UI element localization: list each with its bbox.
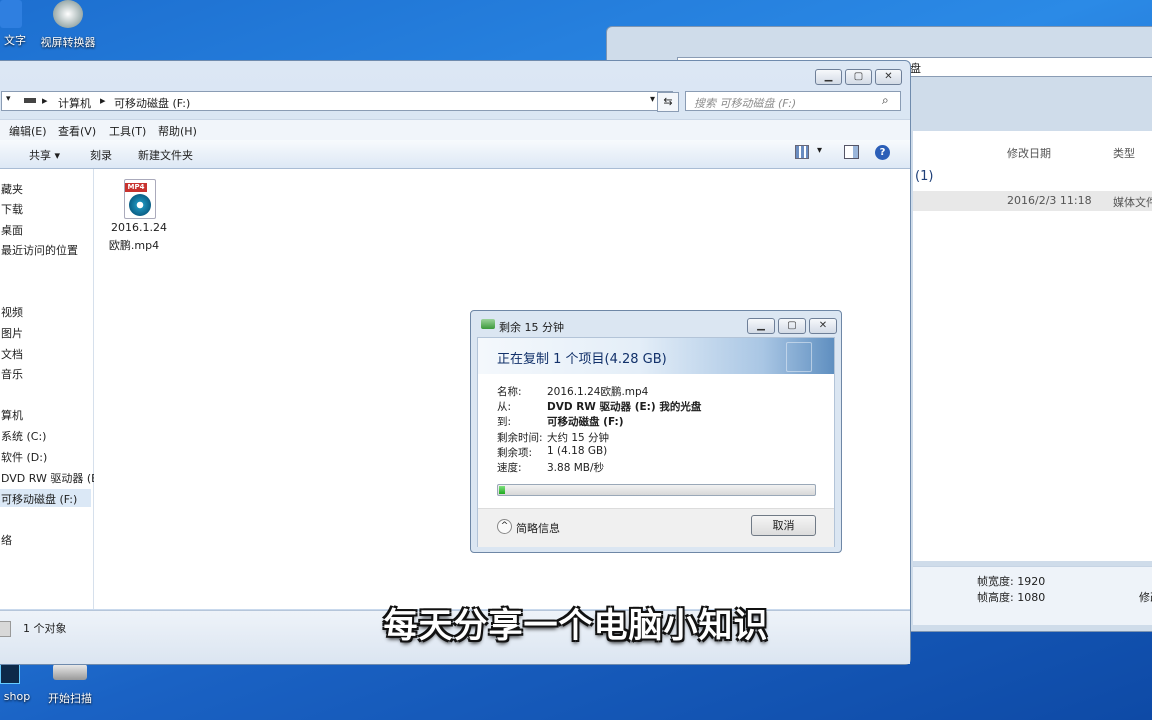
nav-item-desktop[interactable]: 桌面 (1, 222, 23, 238)
refresh-icon[interactable]: ⇆ (657, 92, 679, 112)
dialog-maximize-button[interactable]: ▢ (778, 318, 806, 334)
view-options-icon[interactable] (795, 145, 809, 159)
copy-icon (481, 319, 495, 329)
menu-view[interactable]: 查看(V) (58, 123, 96, 139)
desktop-icon-label: 文字 (4, 34, 26, 47)
burn-button[interactable]: 刻录 (90, 147, 112, 163)
nav-item-network[interactable]: 络 (1, 532, 12, 548)
view-dropdown-icon[interactable]: ▾ (817, 145, 822, 156)
breadcrumb-separator-icon[interactable]: ▸ (100, 94, 106, 107)
video-subtitle: 每天分享一个电脑小知识 (383, 606, 769, 646)
cancel-button[interactable]: 取消 (751, 515, 816, 536)
nav-item-videos[interactable]: 视频 (1, 304, 23, 320)
menu-bar: 编辑(E) 查看(V) 工具(T) 帮助(H) (0, 119, 910, 140)
desktop-icon-label: 视屏转换器 (40, 36, 96, 49)
row-type: 媒体文件 (1113, 196, 1152, 209)
progress-fill (499, 486, 505, 494)
file-badge: MP4 (125, 183, 147, 192)
copy-progress-dialog[interactable]: 剩余 15 分钟 ▁ ▢ ✕ 正在复制 1 个项目(4.28 GB) 名称: 2… (470, 310, 842, 553)
desktop-icon-label: shop (3, 690, 31, 703)
address-dropdown-icon[interactable]: ▾ (650, 94, 655, 105)
search-icon[interactable]: ⌕ (882, 93, 889, 108)
page-icon (786, 342, 812, 372)
nav-item-documents[interactable]: 文档 (1, 346, 23, 362)
menu-edit[interactable]: 编辑(E) (9, 123, 47, 139)
minimize-button[interactable]: ▁ (815, 69, 842, 85)
help-icon[interactable]: ? (875, 145, 890, 160)
dialog-body: 正在复制 1 个项目(4.28 GB) 名称: 2016.1.24欧鹏.mp4 … (477, 337, 835, 547)
scanner-icon (53, 664, 87, 680)
group-header: (1) (915, 169, 934, 184)
less-info-link[interactable]: 简略信息 (516, 520, 560, 536)
dialog-heading: 正在复制 1 个项目(4.28 GB) (497, 352, 667, 367)
search-input[interactable]: 搜索 可移动磁盘 (F:) ⌕ (685, 91, 901, 111)
label-to: 到: (497, 416, 512, 428)
desktop-icon-text[interactable]: 文字 (0, 0, 30, 52)
nav-item-computer[interactable]: 算机 (1, 407, 23, 423)
value-from[interactable]: DVD RW 驱动器 (E:) 我的光盘 (547, 399, 701, 414)
menu-help[interactable]: 帮助(H) (158, 123, 197, 139)
share-button[interactable]: 共享 ▾ (29, 147, 60, 163)
file-row[interactable]: 2016/2/3 11:18 媒体文件 (913, 191, 1152, 211)
frame-width: 帧宽度: 1920 (977, 575, 1046, 588)
maximize-button[interactable]: ▢ (845, 69, 872, 85)
nav-item-drive-e[interactable]: DVD RW 驱动器 (E (1, 470, 98, 486)
address-bar[interactable]: ▾ ▸ 计算机 ▸ 可移动磁盘 (F:) ▾ (1, 91, 673, 111)
nav-item-pictures[interactable]: 图片 (1, 325, 23, 341)
breadcrumb-computer[interactable]: 计算机 (58, 95, 91, 111)
value-name: 2016.1.24欧鹏.mp4 (547, 386, 649, 398)
nav-item-drive-d[interactable]: 软件 (D:) (1, 449, 47, 465)
value-speed: 3.88 MB/秒 (547, 462, 605, 474)
value-items-remaining: 1 (4.18 GB) (547, 445, 608, 457)
value-to[interactable]: 可移动磁盘 (F:) (547, 414, 624, 429)
back-file-list[interactable]: 修改日期 类型 (1) 2016/2/3 11:18 媒体文件 (913, 131, 1152, 561)
dialog-close-button[interactable]: ✕ (809, 318, 837, 334)
label-speed: 速度: (497, 462, 522, 474)
row-modified: 2016/2/3 11:18 (1007, 194, 1092, 207)
label-name: 名称: (497, 386, 522, 398)
desktop-icon-photoshop[interactable]: shop (0, 660, 34, 720)
menu-tools[interactable]: 工具(T) (109, 123, 146, 139)
chevron-up-icon[interactable]: ^ (497, 519, 512, 534)
navigation-pane: 藏夹 下载 桌面 最近访问的位置 视频 图片 文档 音乐 算机 系统 (C:) … (0, 169, 98, 609)
dialog-header-band: 正在复制 1 个项目(4.28 GB) (478, 338, 834, 374)
preview-pane-icon[interactable] (844, 145, 859, 159)
desktop-icon-video-converter[interactable]: 视屏转换器 (38, 0, 98, 52)
search-placeholder: 搜索 可移动磁盘 (F:) (694, 97, 797, 110)
breadcrumb-current[interactable]: 可移动磁盘 (F:) (114, 95, 190, 111)
app-icon (0, 0, 22, 28)
dialog-title: 剩余 15 分钟 (499, 321, 564, 334)
close-button[interactable]: ✕ (875, 69, 902, 85)
nav-item-drive-c[interactable]: 系统 (C:) (1, 428, 46, 444)
back-address-text: 盘 (910, 62, 921, 75)
mp4-file-icon: MP4 (124, 179, 156, 219)
file-item[interactable]: MP4 2016.1.24 欧鹏.mp4 (106, 177, 167, 253)
nav-item-downloads[interactable]: 下载 (1, 201, 23, 217)
nav-item-drive-f[interactable]: 可移动磁盘 (F:) (1, 491, 77, 507)
column-header-modified[interactable]: 修改日期 (1007, 145, 1051, 161)
column-header-type[interactable]: 类型 (1113, 145, 1135, 161)
command-bar: 共享 ▾ 刻录 新建文件夹 ▾ ? (0, 140, 910, 169)
dialog-minimize-button[interactable]: ▁ (747, 318, 775, 334)
copy-progress-bar (497, 484, 816, 496)
label-items-remaining: 剩余项: (497, 447, 533, 459)
desktop-icon-label: 开始扫描 (48, 692, 92, 705)
label-time-remaining: 剩余时间: (497, 432, 543, 444)
value-time-remaining: 大约 15 分钟 (547, 432, 610, 444)
media-reel-icon (129, 194, 151, 216)
history-dropdown-icon[interactable]: ▾ (6, 94, 11, 104)
nav-item-music[interactable]: 音乐 (1, 366, 23, 382)
label-from: 从: (497, 401, 512, 413)
computer-icon (24, 98, 36, 103)
nav-item-recent[interactable]: 最近访问的位置 (1, 242, 78, 258)
dialog-footer: ^ 简略信息 取消 (478, 508, 834, 547)
nav-item-favorites[interactable]: 藏夹 (1, 181, 23, 197)
new-folder-button[interactable]: 新建文件夹 (138, 147, 193, 163)
desktop-icon-scan[interactable]: 开始扫描 (42, 660, 98, 720)
file-name-line1: 2016.1.24 (111, 221, 167, 234)
converter-icon (53, 0, 83, 28)
file-name-line2: 欧鹏.mp4 (108, 239, 160, 252)
breadcrumb-separator-icon[interactable]: ▸ (42, 94, 48, 107)
